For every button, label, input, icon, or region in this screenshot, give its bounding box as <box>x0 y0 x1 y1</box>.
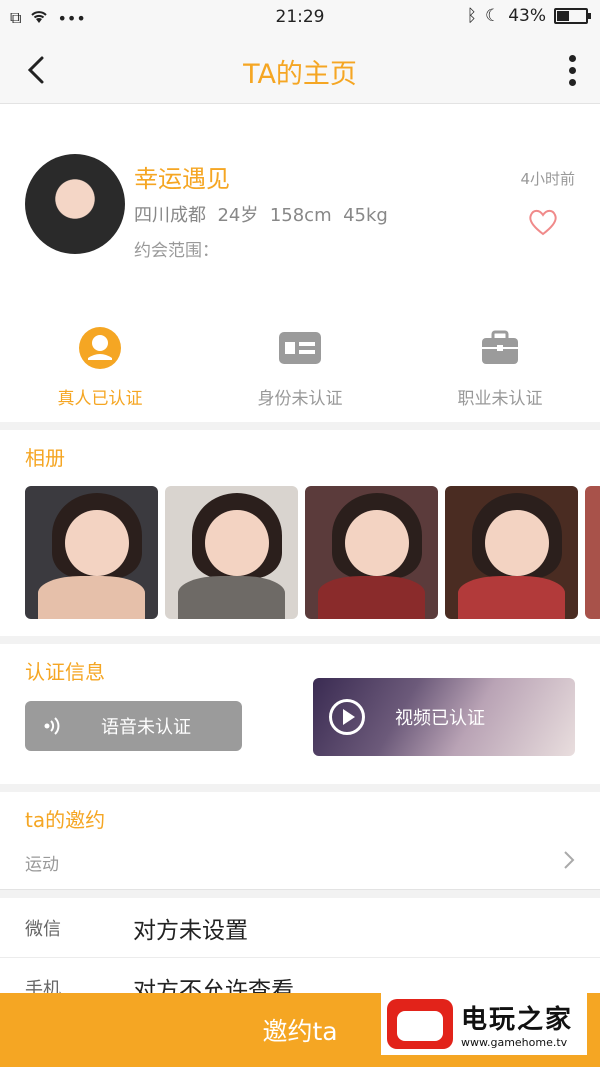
invite-section: ta的邀约 运动 <box>0 792 600 890</box>
video-verify-button[interactable]: 视频已认证 <box>313 678 575 756</box>
verify-real-person[interactable]: 真人已认证 <box>0 326 200 409</box>
avatar[interactable] <box>25 154 125 254</box>
verification-row: 真人已认证 身份未认证 职业未认证 <box>0 326 600 409</box>
verify-occupation[interactable]: 职业未认证 <box>400 326 600 409</box>
date-range-label: 约会范围： <box>134 241 219 261</box>
watermark: 电玩之家 www.gamehome.tv <box>381 993 587 1055</box>
voice-verify-button[interactable]: 语音未认证 <box>25 701 242 751</box>
voice-verify-label: 语音未认证 <box>101 717 191 738</box>
album-title: 相册 <box>25 446 65 470</box>
last-active: 4小时前 <box>520 170 575 188</box>
nav-bar: TA的主页 <box>0 36 600 104</box>
album-section: 相册 <box>0 430 600 636</box>
album-photo[interactable] <box>165 486 298 619</box>
status-bar: ⧉ ••• 21:29 ᛒ ☾ 43% <box>0 0 600 36</box>
contact-value: 对方未设置 <box>133 917 248 944</box>
invite-item-label: 运动 <box>25 855 59 875</box>
play-icon <box>329 699 365 735</box>
invite-item[interactable]: 运动 <box>25 850 575 875</box>
verify-identity[interactable]: 身份未认证 <box>200 326 400 409</box>
page-title: TA的主页 <box>243 59 357 90</box>
voice-wave-icon <box>25 715 81 737</box>
verify-label: 职业未认证 <box>457 389 543 409</box>
contact-row-wechat: 微信 对方未设置 <box>0 898 600 958</box>
bluetooth-icon: ᛒ <box>466 6 477 26</box>
battery-icon <box>554 8 591 24</box>
album-photo[interactable] <box>305 486 438 619</box>
briefcase-icon <box>478 326 522 370</box>
person-icon <box>78 326 122 370</box>
more-menu-button[interactable] <box>566 52 578 88</box>
id-card-icon <box>278 326 322 370</box>
chevron-right-icon <box>563 850 575 875</box>
certification-section: 认证信息 语音未认证 视频已认证 <box>0 644 600 784</box>
verify-label: 真人已认证 <box>57 389 143 409</box>
profile-info: 四川成都 24岁 158cm 45kg <box>134 205 388 226</box>
profile-card: 幸运遇见 四川成都 24岁 158cm 45kg 约会范围： 4小时前 真人已认… <box>0 104 600 422</box>
photo-strip <box>25 486 600 619</box>
verify-label: 身份未认证 <box>257 389 343 409</box>
album-photo[interactable] <box>25 486 158 619</box>
watermark-url: www.gamehome.tv <box>461 1036 568 1049</box>
video-verify-label: 视频已认证 <box>395 708 485 729</box>
album-photo[interactable] <box>585 486 600 619</box>
contact-key: 微信 <box>25 918 61 940</box>
heart-icon[interactable] <box>527 207 559 237</box>
battery-percent: 43% <box>508 6 546 26</box>
watermark-text: 电玩之家 <box>461 1005 574 1035</box>
bottom-bar: 邀约ta 电玩之家 www.gamehome.tv <box>0 993 600 1067</box>
album-photo[interactable] <box>445 486 578 619</box>
invite-title: ta的邀约 <box>25 808 106 832</box>
moon-icon: ☾ <box>484 6 501 26</box>
gamehome-logo-icon <box>387 999 453 1049</box>
profile-name: 幸运遇见 <box>134 165 230 193</box>
